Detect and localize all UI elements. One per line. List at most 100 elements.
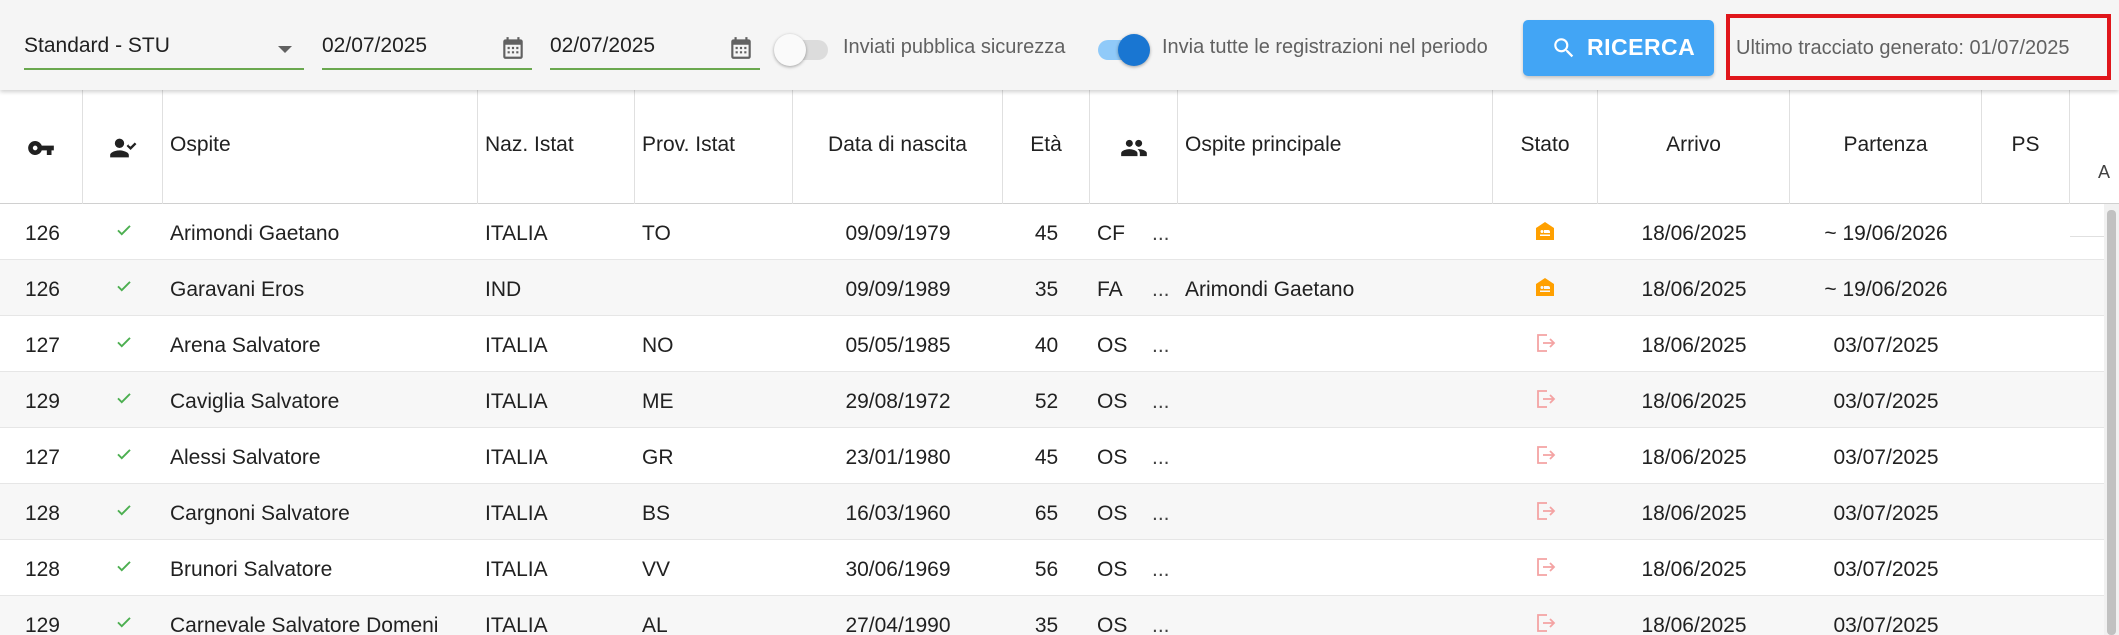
logout-icon [1537, 390, 1556, 408]
cell-room: 129 [24, 614, 60, 635]
cell-province: ME [642, 390, 674, 413]
table-row[interactable]: 126 Arimondi Gaetano ITALIA TO 09/09/1979 45 C… [0, 204, 2104, 260]
cell-more[interactable]: ... [1152, 558, 1176, 582]
cell-nationality: ITALIA [485, 502, 548, 525]
group-icon [1120, 139, 1147, 157]
cell-arrival: 18/06/2025 [1641, 278, 1747, 301]
col-province-label: Prov. Istat [642, 133, 735, 156]
cell-guest: Arimondi Gaetano [170, 222, 340, 245]
filter-toolbar: Standard - STU 02/07/2025 02/07/2025 Inv… [0, 0, 2119, 90]
cell-guest-type: OS [1097, 334, 1128, 357]
hotel-icon [1536, 222, 1554, 240]
check-icon [117, 225, 131, 236]
check-icon [117, 505, 131, 516]
calendar-icon[interactable] [500, 35, 526, 61]
cell-arrival: 18/06/2025 [1641, 502, 1747, 525]
cell-more[interactable]: ... [1152, 222, 1176, 246]
cell-departure: 03/07/2025 [1833, 390, 1939, 413]
col-departure[interactable]: Partenza [1790, 90, 1982, 204]
table-row[interactable]: 127 Alessi Salvatore ITALIA GR 23/01/1980 45 O… [0, 428, 2104, 484]
col-status[interactable]: Stato [1493, 90, 1598, 204]
table-row[interactable]: 129 Caviglia Salvatore ITALIA ME 29/08/1972 5… [0, 372, 2104, 428]
cell-more[interactable]: ... [1152, 502, 1176, 526]
col-province[interactable]: Prov. Istat [635, 90, 793, 204]
table-header: Ospite Naz. Istat Prov. Istat Data di na… [0, 90, 2119, 237]
cell-more[interactable]: ... [1152, 446, 1176, 470]
logout-icon [1537, 614, 1556, 632]
cell-province: AL [642, 614, 668, 635]
cell-room: 128 [24, 558, 60, 581]
all-registrations-toggle[interactable] [1094, 32, 1152, 66]
cell-departure: 03/07/2025 [1833, 502, 1939, 525]
col-nationality[interactable]: Naz. Istat [478, 90, 635, 204]
cell-departure: 03/07/2025 [1833, 558, 1939, 581]
col-main-guest-label: Ospite principale [1185, 133, 1342, 156]
cell-arrival: 18/06/2025 [1641, 390, 1747, 413]
col-group[interactable] [1090, 90, 1178, 204]
cell-departure: 03/07/2025 [1833, 614, 1939, 635]
cell-arrival: 18/06/2025 [1641, 558, 1747, 581]
cell-birth-date: 27/04/1990 [845, 614, 951, 635]
table-row[interactable]: 126 Garavani Eros IND 09/09/1989 35 FA... Arim… [0, 260, 2104, 316]
col-birth-date[interactable]: Data di nascita [793, 90, 1003, 204]
cell-guest-type: OS [1097, 446, 1128, 469]
cell-guest-type: FA [1097, 278, 1123, 301]
table-row[interactable]: 127 Arena Salvatore ITALIA NO 05/05/1985 40 OS… [0, 316, 2104, 372]
cell-more[interactable]: ... [1152, 334, 1176, 358]
logout-icon [1537, 334, 1556, 352]
table-row[interactable]: 128 Brunori Salvatore ITALIA VV 30/06/1969 56… [0, 540, 2104, 596]
col-arrival-label: Arrivo [1666, 133, 1721, 156]
cell-guest: Caviglia Salvatore [170, 390, 340, 413]
check-icon [117, 281, 131, 292]
cell-birth-date: 30/06/1969 [845, 558, 951, 581]
col-departure-label: Partenza [1843, 133, 1928, 156]
cell-age: 52 [1034, 390, 1059, 413]
cell-birth-date: 09/09/1979 [845, 222, 951, 245]
cell-guest: Alessi Salvatore [170, 446, 321, 469]
cell-more[interactable]: ... [1152, 614, 1176, 635]
chevron-down-icon [278, 46, 292, 53]
cell-age: 35 [1034, 614, 1059, 635]
cell-room: 126 [24, 222, 60, 245]
col-next-partial-label: A [2098, 162, 2111, 182]
col-birth-date-label: Data di nascita [828, 133, 967, 156]
col-arrival[interactable]: Arrivo [1598, 90, 1790, 204]
table-row[interactable]: 128 Cargnoni Salvatore ITALIA BS 16/03/1960 6… [0, 484, 2104, 540]
cell-nationality: ITALIA [485, 558, 548, 581]
scrollbar-thumb[interactable] [2107, 210, 2116, 635]
cell-room: 129 [24, 390, 60, 413]
cell-room: 128 [24, 502, 60, 525]
cell-more[interactable]: ... [1152, 278, 1176, 302]
col-ps[interactable]: PS [1982, 90, 2070, 204]
date-from-field[interactable]: 02/07/2025 [322, 30, 532, 70]
search-button[interactable]: RICERCA [1523, 20, 1714, 76]
check-icon [117, 337, 131, 348]
public-security-toggle[interactable] [774, 32, 832, 66]
cell-room: 126 [24, 278, 60, 301]
mode-select[interactable]: Standard - STU [24, 30, 304, 70]
col-checked[interactable] [83, 90, 163, 204]
col-key[interactable] [0, 90, 83, 204]
toggle-knob [1118, 34, 1150, 66]
vertical-scrollbar[interactable] [2104, 204, 2119, 635]
cell-birth-date: 16/03/1960 [845, 502, 951, 525]
cell-arrival: 18/06/2025 [1641, 222, 1747, 245]
col-age[interactable]: Età [1003, 90, 1090, 204]
cell-province: BS [642, 502, 671, 525]
table-row[interactable]: 129 Carnevale Salvatore Domeni ITALIA AL 27/… [0, 596, 2104, 635]
cell-arrival: 18/06/2025 [1641, 446, 1747, 469]
search-icon [1554, 38, 1574, 58]
key-icon [28, 141, 54, 155]
col-status-label: Stato [1520, 133, 1570, 156]
cell-more[interactable]: ... [1152, 390, 1176, 414]
cell-province: VV [642, 558, 671, 581]
col-main-guest[interactable]: Ospite principale [1178, 90, 1493, 204]
cell-guest-type: OS [1097, 558, 1128, 581]
check-icon [117, 393, 131, 404]
date-to-field[interactable]: 02/07/2025 [550, 30, 760, 70]
col-guest[interactable]: Ospite [163, 90, 478, 204]
cell-room: 127 [24, 334, 60, 357]
calendar-icon[interactable] [728, 35, 754, 61]
table-body: 126 Arimondi Gaetano ITALIA TO 09/09/1979 45 C… [0, 204, 2104, 635]
cell-arrival: 18/06/2025 [1641, 614, 1747, 635]
